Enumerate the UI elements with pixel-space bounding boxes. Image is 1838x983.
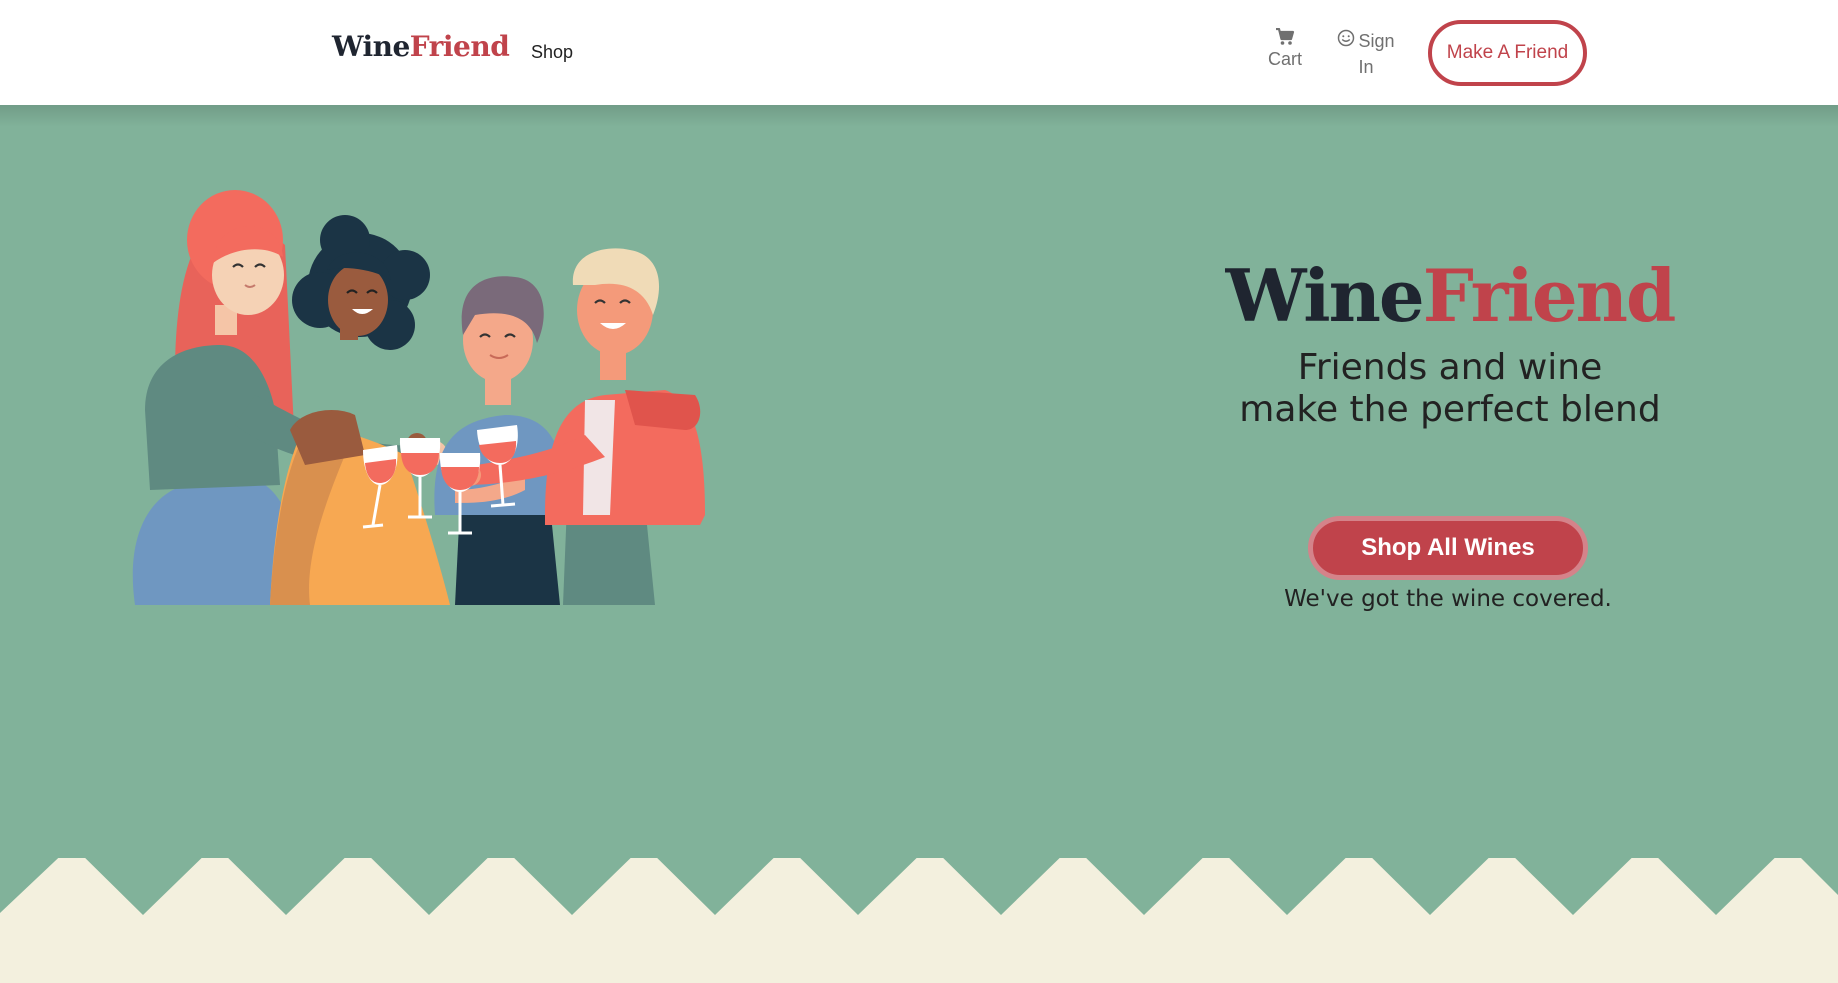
hero-title-friend: Friend: [1422, 253, 1677, 338]
navbar: WineFriend Shop Cart Sign In Make A Frie…: [0, 0, 1838, 105]
make-a-friend-button[interactable]: Make A Friend: [1428, 20, 1587, 86]
friends-toasting-illustration: [132, 190, 705, 605]
nav-signin-label-line1: Sign: [1358, 31, 1395, 51]
hero-subtext: We've got the wine covered.: [1284, 586, 1612, 612]
smiley-icon: [1337, 28, 1355, 54]
shop-all-wines-button[interactable]: Shop All Wines: [1308, 516, 1588, 580]
person-curly-haired-woman: [270, 215, 450, 605]
brand-logo-wine: Wine: [332, 30, 410, 63]
nav-cart-label: Cart: [1267, 49, 1302, 69]
brand-logo-friend: Friend: [409, 30, 510, 63]
zigzag-divider: [0, 858, 1838, 983]
cart-icon: [1263, 28, 1307, 46]
hero-section: WineFriend Friends and wine make the per…: [0, 105, 1838, 983]
hero-tagline-line1: Friends and wine: [1297, 347, 1603, 388]
hero-tagline-line2: make the perfect blend: [1239, 389, 1661, 430]
hero-tagline: Friends and wine make the perfect blend: [1150, 347, 1750, 431]
hero-title: WineFriend: [1200, 253, 1700, 338]
nav-signin-link[interactable]: Sign In: [1334, 28, 1398, 80]
hero-title-wine: Wine: [1225, 253, 1425, 338]
nav-cart-link[interactable]: Cart: [1263, 28, 1307, 72]
brand-logo[interactable]: WineFriend: [332, 30, 510, 63]
nav-shop-link[interactable]: Shop: [531, 42, 573, 63]
nav-signin-label-line2: In: [1358, 57, 1374, 77]
